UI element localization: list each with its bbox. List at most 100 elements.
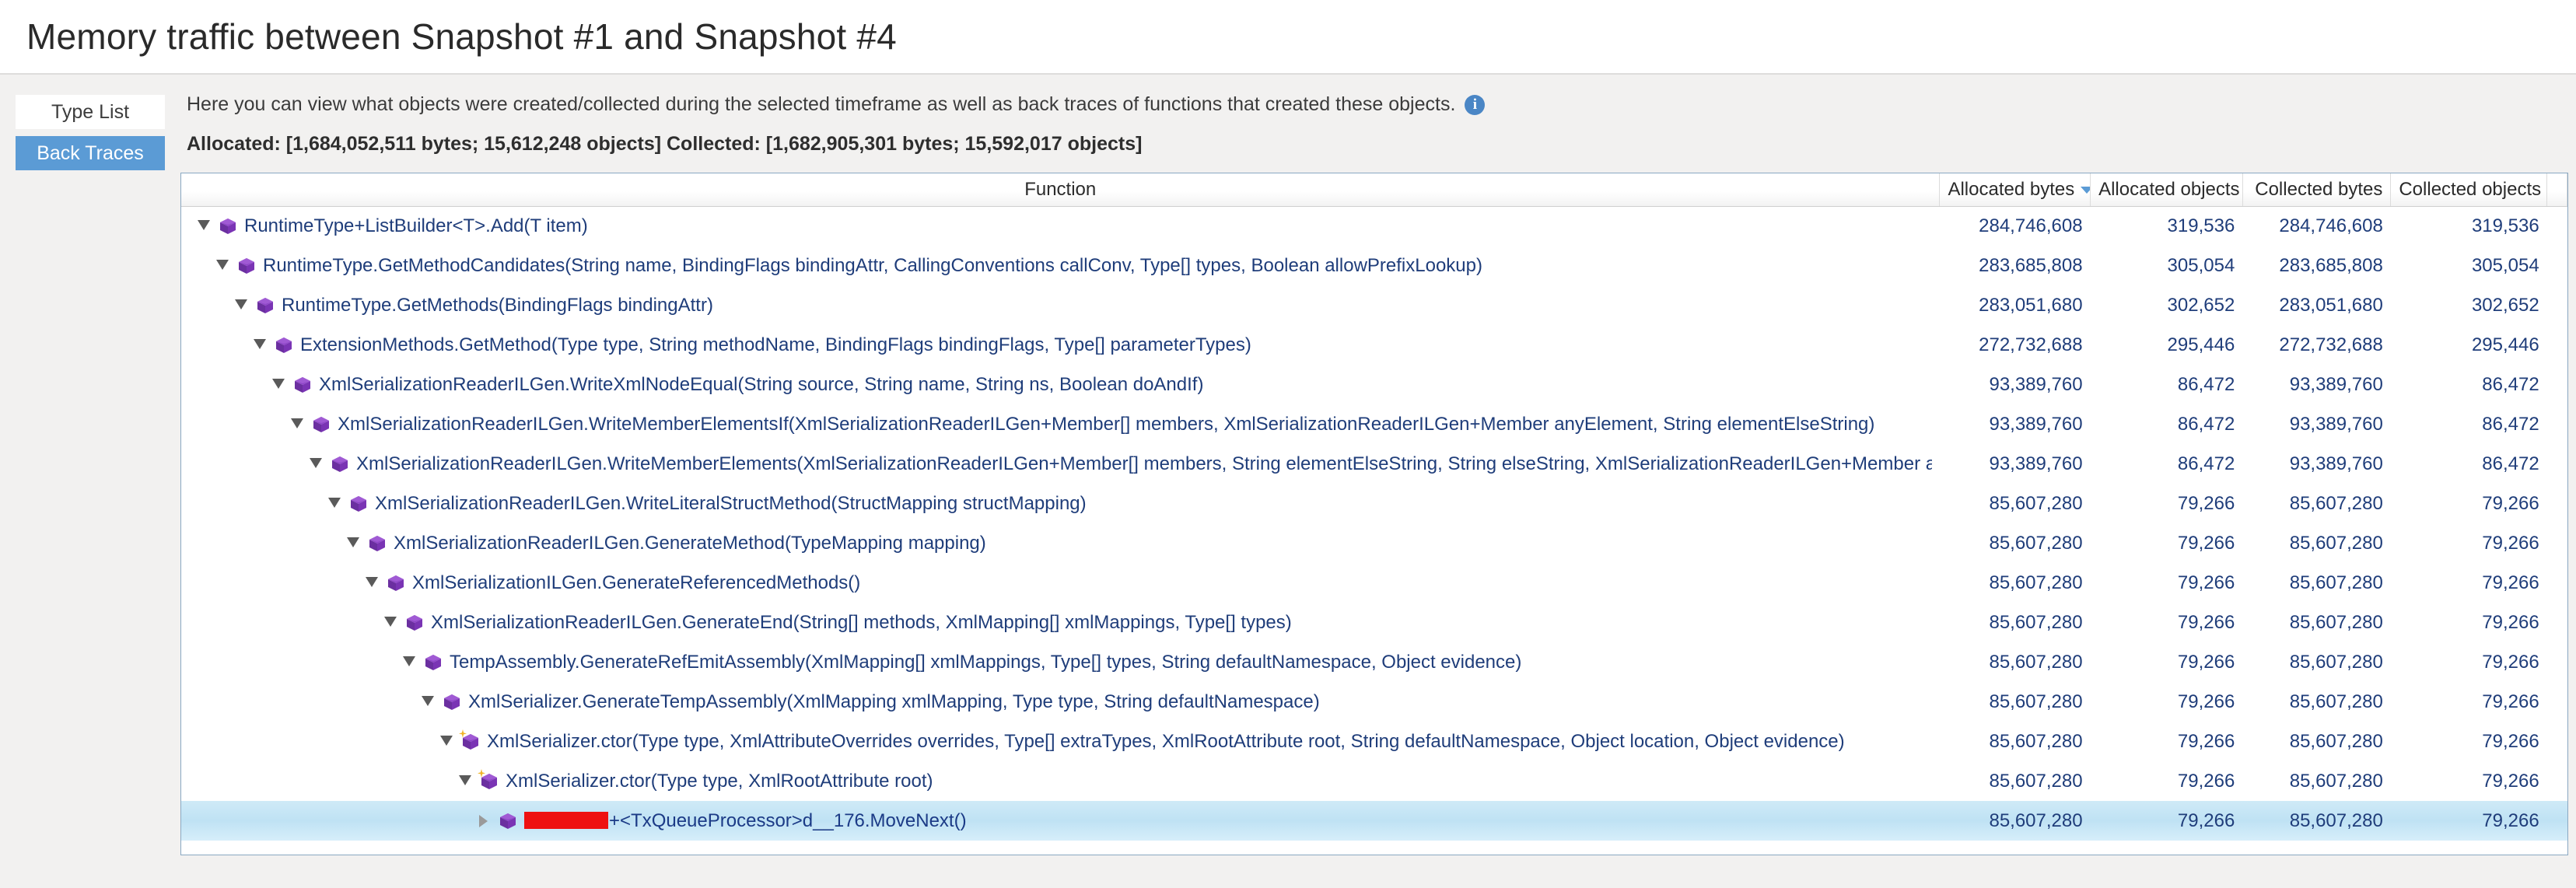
function-signature: +<TxQueueProcessor>d__176.MoveNext() bbox=[524, 810, 967, 832]
table-row[interactable]: RuntimeType.GetMethods(BindingFlags bind… bbox=[181, 285, 2567, 325]
cell-allocated-bytes: 272,732,688 bbox=[1979, 334, 2083, 355]
cell-collected-objects: 79,266 bbox=[2390, 801, 2547, 841]
expander-collapse-icon[interactable] bbox=[307, 456, 324, 473]
column-header-allocated-objects[interactable]: Allocated objects bbox=[2090, 173, 2243, 207]
method-icon bbox=[423, 652, 443, 673]
cell-collected-bytes: 85,607,280 bbox=[2289, 730, 2383, 752]
expander-expand-icon[interactable] bbox=[475, 813, 492, 830]
cell-spacer bbox=[2547, 682, 2567, 722]
method-icon bbox=[218, 216, 238, 236]
table-row[interactable]: XmlSerializationReaderILGen.GenerateEnd(… bbox=[181, 603, 2567, 642]
cell-function: XmlSerializationReaderILGen.GenerateMeth… bbox=[181, 523, 1940, 563]
function-signature: XmlSerializationReaderILGen.WriteMemberE… bbox=[338, 413, 1875, 435]
cell-allocated-objects: 79,266 bbox=[2177, 651, 2235, 673]
cell-collected-objects: 79,266 bbox=[2482, 770, 2539, 792]
cell-allocated-objects: 86,472 bbox=[2177, 413, 2235, 435]
cell-collected-bytes: 85,607,280 bbox=[2242, 801, 2391, 841]
cell-function: XmlSerializationReaderILGen.WriteLiteral… bbox=[181, 484, 1940, 523]
expander-collapse-icon[interactable] bbox=[214, 257, 231, 274]
method-icon bbox=[255, 295, 275, 316]
expander-collapse-icon[interactable] bbox=[382, 614, 399, 631]
cell-allocated-objects: 79,266 bbox=[2177, 572, 2235, 593]
table-row[interactable]: XmlSerializationReaderILGen.WriteMemberE… bbox=[181, 444, 2567, 484]
cell-function: TempAssembly.GenerateRefEmitAssembly(Xml… bbox=[181, 642, 1940, 682]
expander-collapse-icon[interactable] bbox=[195, 218, 212, 235]
cell-spacer bbox=[2546, 801, 2567, 841]
method-icon bbox=[236, 256, 257, 276]
cell-collected-objects: 305,054 bbox=[2471, 254, 2539, 276]
expander-collapse-icon[interactable] bbox=[363, 575, 380, 592]
table-row[interactable]: RuntimeType.GetMethodCandidates(String n… bbox=[181, 246, 2567, 285]
sidebar-item-type-list[interactable]: Type List bbox=[16, 95, 165, 129]
sidebar-item-label: Type List bbox=[51, 100, 130, 123]
expander-collapse-icon[interactable] bbox=[251, 337, 268, 354]
expander-collapse-icon[interactable] bbox=[270, 376, 287, 393]
cell-collected-bytes: 93,389,760 bbox=[2289, 413, 2383, 435]
column-header-collected-objects[interactable]: Collected objects bbox=[2390, 173, 2548, 207]
table-row[interactable]: ExtensionMethods.GetMethod(Type type, St… bbox=[181, 325, 2567, 365]
cell-collected-objects: 79,266 bbox=[2482, 730, 2539, 752]
cell-collected-bytes: 85,607,280 bbox=[2289, 770, 2383, 792]
allocation-stats: Allocated: [1,684,052,511 bytes; 15,612,… bbox=[187, 133, 1143, 155]
cell-function: XmlSerializationReaderILGen.WriteXmlNode… bbox=[181, 365, 1940, 404]
cell-allocated-bytes: 283,051,680 bbox=[1979, 294, 2083, 316]
expander-collapse-icon[interactable] bbox=[438, 733, 455, 750]
table-row[interactable]: XmlSerializer.GenerateTempAssembly(XmlMa… bbox=[181, 682, 2567, 722]
table-row[interactable]: XmlSerializer.ctor(Type type, XmlRootAtt… bbox=[181, 761, 2567, 801]
table-header-row: Function Allocated bytes Allocated objec… bbox=[181, 173, 2567, 207]
cell-collected-objects: 79,266 bbox=[2482, 611, 2539, 633]
cell-collected-objects: 79,266 bbox=[2482, 492, 2539, 514]
table-row[interactable]: TempAssembly.GenerateRefEmitAssembly(Xml… bbox=[181, 642, 2567, 682]
expander-collapse-icon[interactable] bbox=[345, 535, 362, 552]
sidebar-item-label: Back Traces bbox=[37, 142, 144, 164]
constructor-icon bbox=[459, 729, 481, 752]
back-traces-table: Function Allocated bytes Allocated objec… bbox=[181, 173, 2567, 841]
cell-function: XmlSerializer.GenerateTempAssembly(XmlMa… bbox=[181, 682, 1940, 722]
expander-collapse-icon[interactable] bbox=[233, 297, 250, 314]
info-icon[interactable]: i bbox=[1465, 94, 1486, 115]
table-row[interactable]: XmlSerializationReaderILGen.WriteMemberE… bbox=[181, 404, 2567, 444]
table-row[interactable]: XmlSerializationReaderILGen.WriteLiteral… bbox=[181, 484, 2567, 523]
cell-allocated-objects: 86,472 bbox=[2177, 373, 2235, 395]
cell-allocated-bytes: 284,746,608 bbox=[1979, 215, 2083, 236]
function-signature: RuntimeType.GetMethodCandidates(String n… bbox=[263, 254, 1482, 276]
cell-allocated-objects: 302,652 bbox=[2167, 294, 2235, 316]
constructor-icon bbox=[478, 768, 499, 792]
table-row[interactable]: XmlSerializationILGen.GenerateReferenced… bbox=[181, 563, 2567, 603]
cell-allocated-objects: 295,446 bbox=[2167, 334, 2235, 355]
column-header-collected-bytes[interactable]: Collected bytes bbox=[2242, 173, 2392, 207]
method-icon bbox=[367, 533, 387, 554]
method-icon bbox=[292, 375, 313, 395]
column-header-spacer bbox=[2546, 173, 2567, 207]
sidebar-item-back-traces[interactable]: Back Traces bbox=[16, 136, 165, 170]
expander-collapse-icon[interactable] bbox=[326, 495, 343, 512]
cell-collected-objects: 86,472 bbox=[2482, 453, 2539, 474]
table-row[interactable]: RuntimeType+ListBuilder<T>.Add(T item) 28… bbox=[181, 206, 2567, 246]
cell-collected-bytes: 85,607,280 bbox=[2289, 611, 2383, 633]
function-signature: RuntimeType.GetMethods(BindingFlags bind… bbox=[282, 294, 713, 316]
expander-collapse-icon[interactable] bbox=[457, 773, 474, 790]
table-row[interactable]: XmlSerializationReaderILGen.GenerateMeth… bbox=[181, 523, 2567, 563]
cell-collected-bytes: 283,685,808 bbox=[2279, 254, 2383, 276]
expander-collapse-icon[interactable] bbox=[289, 416, 306, 433]
cell-collected-objects: 86,472 bbox=[2482, 373, 2539, 395]
cell-spacer bbox=[2547, 285, 2567, 325]
column-header-function[interactable]: Function bbox=[181, 173, 1941, 207]
table-row[interactable]: +<TxQueueProcessor>d__176.MoveNext() 85,6… bbox=[181, 801, 2567, 841]
cell-allocated-bytes: 93,389,760 bbox=[1989, 373, 2083, 395]
cell-allocated-bytes: 85,607,280 bbox=[1989, 730, 2083, 752]
cell-allocated-objects: 86,472 bbox=[2177, 453, 2235, 474]
expander-collapse-icon[interactable] bbox=[401, 654, 418, 671]
function-signature: XmlSerializationReaderILGen.GenerateEnd(… bbox=[431, 611, 1292, 633]
cell-spacer bbox=[2547, 404, 2567, 444]
cell-spacer bbox=[2547, 325, 2567, 365]
table-row[interactable]: XmlSerializationReaderILGen.WriteXmlNode… bbox=[181, 365, 2567, 404]
cell-collected-bytes: 93,389,760 bbox=[2289, 453, 2383, 474]
cell-spacer bbox=[2547, 603, 2567, 642]
cell-spacer bbox=[2547, 246, 2567, 285]
table-row[interactable]: XmlSerializer.ctor(Type type, XmlAttribu… bbox=[181, 722, 2567, 761]
column-header-allocated-bytes[interactable]: Allocated bytes bbox=[1939, 173, 2091, 207]
cell-spacer bbox=[2547, 761, 2567, 801]
expander-collapse-icon[interactable] bbox=[419, 694, 436, 711]
column-header-label: Allocated objects bbox=[2098, 178, 2240, 200]
